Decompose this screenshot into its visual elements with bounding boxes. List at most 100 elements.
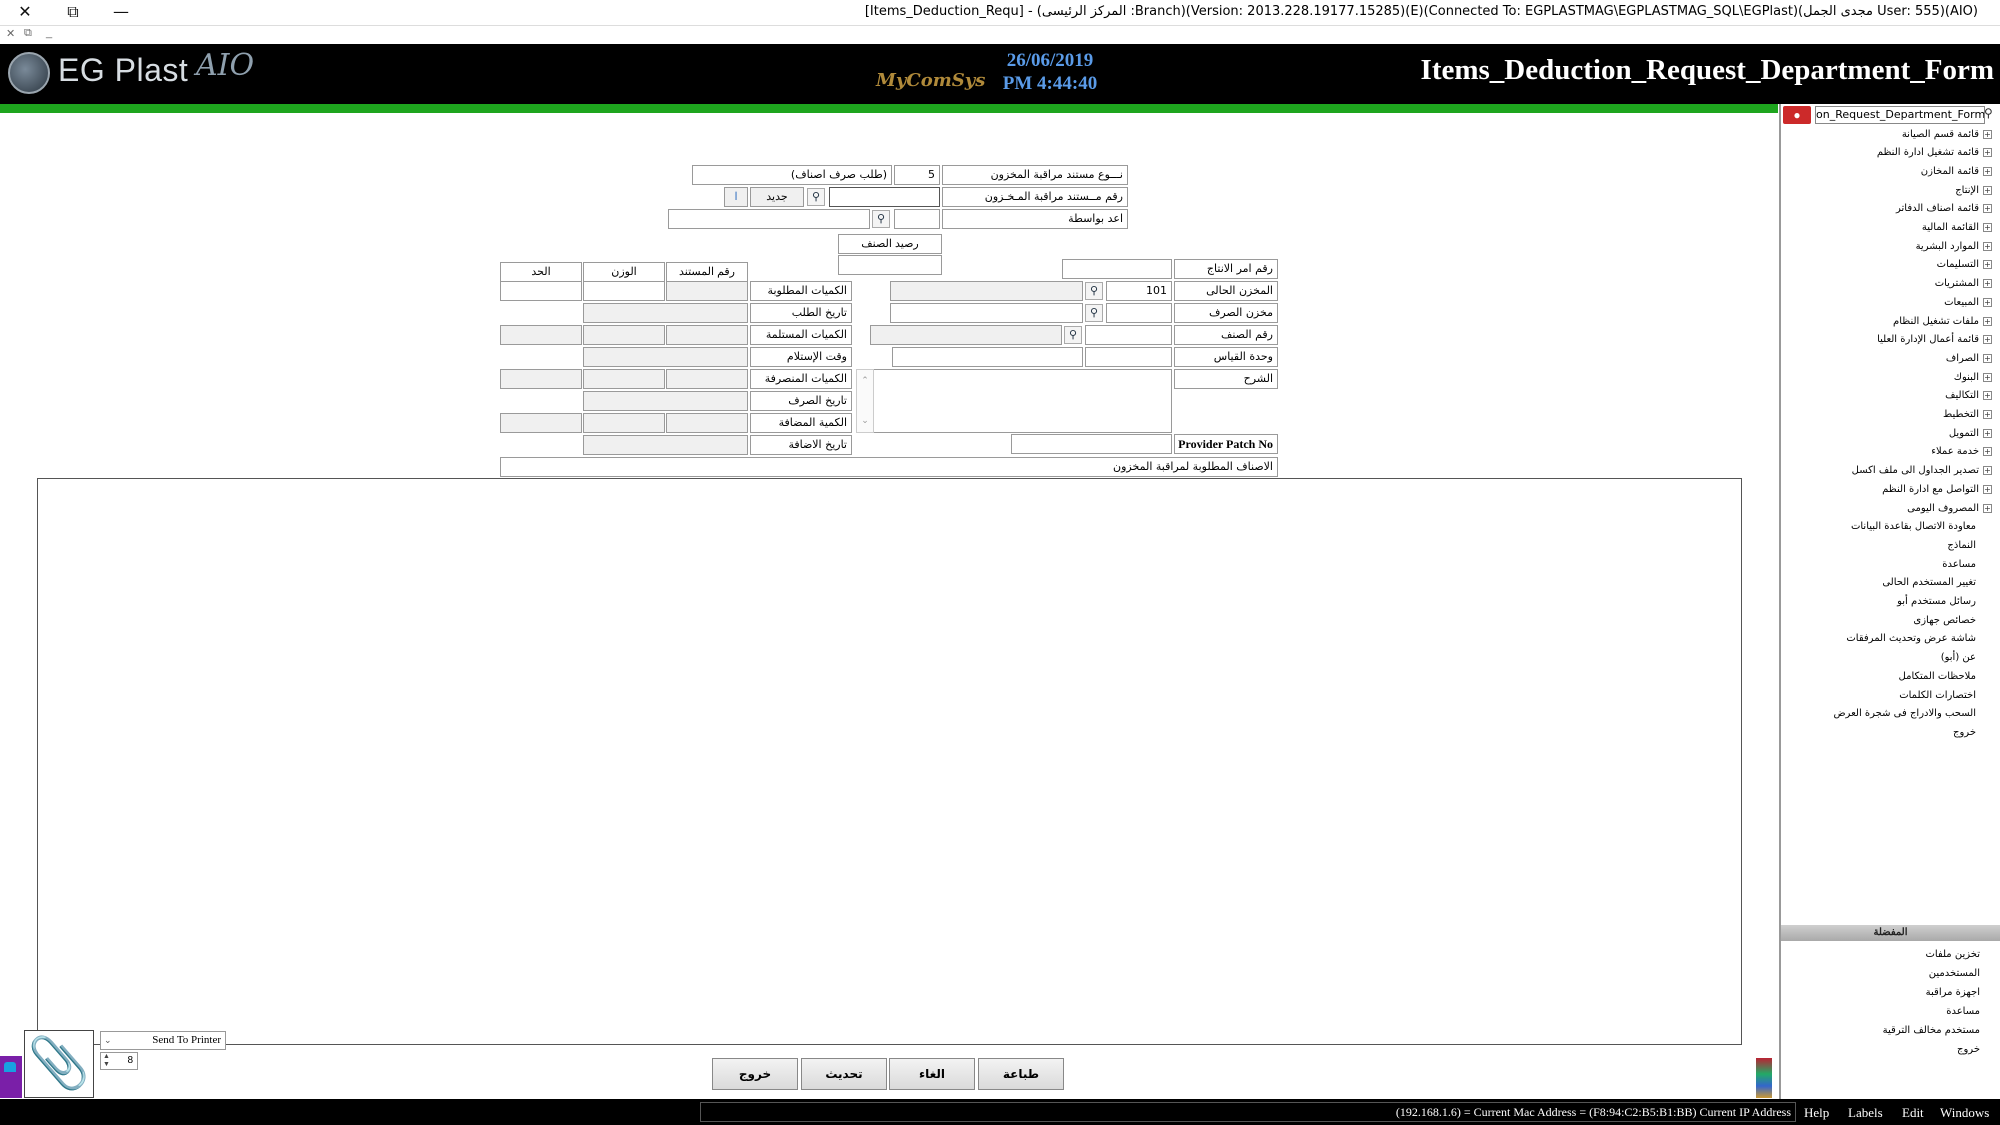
expand-icon[interactable]: + [1983,335,1992,345]
search-icon[interactable]: ● [1783,106,1811,124]
issue-store-name-field[interactable] [890,303,1083,323]
expand-icon[interactable]: + [1983,204,1992,214]
menu-tree-item[interactable]: التخطيط + [1943,407,1992,423]
expand-icon[interactable]: + [1983,484,1992,494]
favorite-item[interactable]: اجهزة مراقبة [1926,984,1980,1000]
menu-tree-item[interactable]: خدمة عملاء + [1931,444,1992,460]
prepared-by-search-icon[interactable]: ⚲ [872,210,890,228]
expand-icon[interactable]: + [1983,260,1992,270]
expand-icon[interactable]: + [1983,391,1992,401]
description-scrollbar[interactable]: ⌃ ⌄ [856,369,874,433]
provider-batch-field[interactable] [1011,434,1172,454]
magnifier-icon[interactable]: ⚲ [1984,106,1998,124]
menu-tree-item[interactable]: التكاليف + [1945,388,1992,404]
menu-tree-item[interactable]: المشتريات + [1935,276,1992,292]
menu-tree-item[interactable]: التسليمات + [1937,257,1992,273]
menu-edit[interactable]: Edit [1902,1105,1924,1121]
menu-tree-item[interactable]: ملفات تشغيل النظام + [1893,313,1992,329]
menu-tree-item[interactable]: المبيعات + [1944,294,1992,310]
menu-tree-item[interactable]: ملاحظات المتكامل [1899,668,1980,684]
expand-icon[interactable]: + [1983,166,1992,176]
menu-tree-item[interactable]: معاودة الاتصال بقاعدة البيانات [1851,519,1980,535]
menu-tree-item[interactable]: مساعدة [1942,556,1980,572]
expand-icon[interactable]: + [1983,185,1992,195]
refresh-button[interactable]: تحديث [801,1058,887,1090]
expand-icon[interactable]: + [1983,428,1992,438]
menu-tree-item[interactable]: النماذج [1947,537,1980,553]
toolbar-grip-icon[interactable] [1756,1058,1772,1098]
prepared-by-name-field[interactable] [668,209,870,229]
menu-tree-item[interactable]: قائمة تشغيل ادارة النظم + [1877,145,1992,161]
menu-tree-item[interactable]: التواصل مع ادارة النظم + [1882,481,1992,497]
menu-tree-item[interactable]: السحب والادراج فى شجرة العرض [1833,706,1980,722]
item-no-field[interactable] [1085,325,1172,345]
doc-no-field[interactable] [829,187,940,207]
favorite-item[interactable]: خروج [1957,1041,1980,1057]
favorite-item[interactable]: المستخدمين [1929,965,1980,981]
prod-order-field[interactable] [1062,259,1172,279]
expand-icon[interactable]: + [1983,372,1992,382]
minimize-window-icon[interactable]: — [106,2,136,22]
doc-type-code-field[interactable]: 5 [894,165,940,185]
print-button[interactable]: طباعة [978,1058,1064,1090]
prepared-by-code-field[interactable] [894,209,940,229]
doc-no-search-icon[interactable]: ⚲ [807,188,825,206]
menu-tree-item[interactable]: البنوك + [1954,369,1992,385]
menu-tree-item[interactable]: المصروف اليومى + [1907,500,1992,516]
favorite-item[interactable]: تخزين ملفات [1925,946,1980,962]
menu-tree-item[interactable]: تغيير المستخدم الحالى [1882,575,1980,591]
expand-icon[interactable]: + [1983,148,1992,158]
menu-tree-item[interactable]: قائمة قسم الصيانة + [1902,126,1992,142]
copies-stepper[interactable]: ▲ ▼ 8 [100,1052,138,1070]
close-window-icon[interactable]: ✕ [10,2,40,22]
description-textarea[interactable] [858,369,1172,433]
menu-windows[interactable]: Windows [1940,1105,1989,1121]
menu-tree-item[interactable]: الموارد البشرية + [1916,238,1992,254]
menu-tree-item[interactable]: القائمة المالية + [1922,220,1992,236]
menu-tree-item[interactable]: قائمة أعمال الإدارة العليا + [1877,332,1992,348]
doc-type-name-field[interactable]: (طلب صرف اصناف) [692,165,892,185]
menu-tree-item[interactable]: الصراف + [1946,350,1992,366]
expand-icon[interactable]: + [1983,503,1992,513]
mdi-close-icon[interactable]: ✕ [6,27,15,40]
favorite-item[interactable]: مستخدم مخالف الترقية [1883,1022,1980,1038]
expand-icon[interactable]: + [1983,297,1992,307]
unit-name-field[interactable] [892,347,1083,367]
item-no-search-icon[interactable]: ⚲ [1064,326,1082,344]
menu-tree-item[interactable]: عن (أبو) [1941,650,1980,666]
items-data-grid[interactable] [37,478,1742,1045]
req-qty-weight-field[interactable] [583,281,665,301]
menu-tree-item[interactable]: رسائل مستخدم أبو [1897,594,1980,610]
menu-tree-item[interactable]: قائمة اصناف الدفاتر + [1896,201,1992,217]
cancel-button[interactable]: الغاء [889,1058,975,1090]
menu-tree-item[interactable]: شاشة عرض وتحديث المرفقات [1846,631,1980,647]
menu-tree-item[interactable]: قائمة المخازن + [1921,163,1992,179]
expand-icon[interactable]: + [1983,316,1992,326]
stepper-arrows-icon[interactable]: ▲ ▼ [103,1053,110,1069]
menu-labels[interactable]: Labels [1848,1105,1883,1121]
current-store-search-icon[interactable]: ⚲ [1085,282,1103,300]
expand-icon[interactable]: + [1983,241,1992,251]
menu-help[interactable]: Help [1804,1105,1829,1121]
expand-icon[interactable]: + [1983,353,1992,363]
mdi-restore-icon[interactable]: ⧉ [24,27,32,40]
new-button[interactable]: جديد [750,187,804,207]
menu-tree-item[interactable]: الإنتاج + [1955,182,1992,198]
expand-icon[interactable]: + [1983,279,1992,289]
new-aux-button[interactable]: ا [724,187,748,207]
favorite-item[interactable]: مساعدة [1946,1003,1980,1019]
expand-icon[interactable]: + [1983,129,1992,139]
menu-tree-item[interactable]: خروج [1953,724,1980,740]
issue-store-search-icon[interactable]: ⚲ [1085,304,1103,322]
issue-store-code-field[interactable] [1106,303,1172,323]
printer-select[interactable]: ⌄ Send To Printer [100,1031,226,1050]
req-qty-limit-field[interactable] [500,281,582,301]
paperclip-icon[interactable]: 📎 [24,1030,94,1098]
expand-icon[interactable]: + [1983,447,1992,457]
current-store-code-field[interactable]: 101 [1106,281,1172,301]
menu-tree-item[interactable]: تصدير الجداول الى ملف اكسل + [1852,463,1992,479]
expand-icon[interactable]: + [1983,223,1992,232]
mdi-minimize-icon[interactable]: _ [46,27,52,39]
restore-window-icon[interactable]: ⧉ [58,2,88,22]
menu-tree-item[interactable]: خصائص جهازى [1913,612,1980,628]
